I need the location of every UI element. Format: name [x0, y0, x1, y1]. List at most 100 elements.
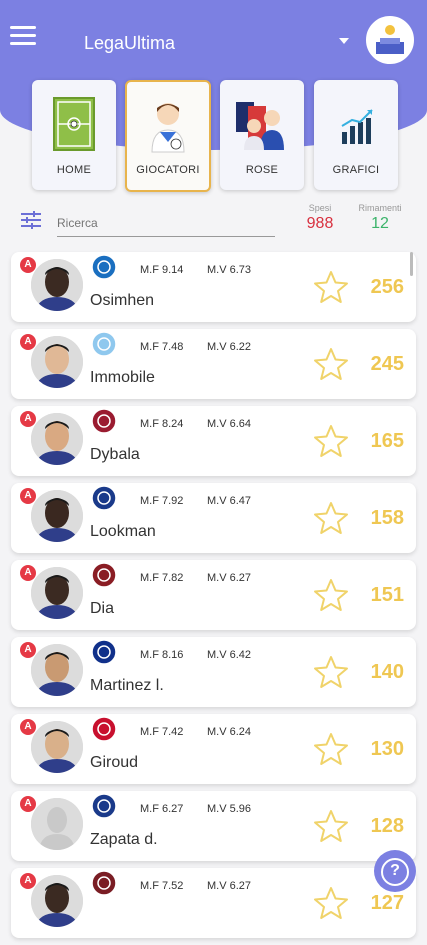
tab-giocatori-label: GIOCATORI: [136, 164, 200, 176]
star-icon[interactable]: [313, 578, 349, 612]
star-icon[interactable]: [313, 655, 349, 689]
mv-value: M.V 6.22: [207, 341, 252, 353]
avatar: [31, 798, 83, 850]
team-logo-icon: [91, 716, 117, 742]
player-name: Dybala: [90, 446, 140, 463]
team-logo-icon: [91, 254, 117, 280]
team-logo-icon: [91, 485, 117, 511]
player-card[interactable]: A M.F 7.52 M.V 6.27 127: [11, 868, 416, 938]
role-badge: A: [20, 334, 36, 350]
player-card[interactable]: A M.F 8.16 M.V 6.42 Martinez l. 140: [11, 637, 416, 707]
league-title[interactable]: LegaUltima: [84, 33, 175, 54]
team-logo-icon: [91, 639, 117, 665]
mv-value: M.V 6.64: [207, 418, 252, 430]
player-name: Dia: [90, 600, 115, 617]
avatar: [31, 259, 83, 311]
star-icon[interactable]: [313, 809, 349, 843]
star-icon[interactable]: [313, 886, 349, 920]
star-icon[interactable]: [313, 270, 349, 304]
avatar: [31, 721, 83, 773]
avatar: [31, 336, 83, 388]
mv-value: M.V 6.24: [207, 726, 252, 738]
tab-rose-label: ROSE: [245, 164, 279, 176]
player-card[interactable]: A M.F 7.48 M.V 6.22 Immobile 245: [11, 329, 416, 399]
mv-value: M.V 6.27: [207, 880, 252, 892]
mv-value: M.V 5.96: [207, 803, 252, 815]
player-name: Zapata d.: [90, 831, 158, 848]
star-icon[interactable]: [313, 732, 349, 766]
role-badge: A: [20, 565, 36, 581]
tab-rose[interactable]: ROSE: [220, 80, 304, 190]
player-name: Osimhen: [90, 292, 155, 309]
avatar: [31, 490, 83, 542]
player-price: 128: [370, 815, 404, 837]
squad-icon: [236, 102, 284, 150]
player-name: Lookman: [90, 523, 156, 540]
team-logo-icon: [91, 562, 117, 588]
mf-value: M.F 7.48: [140, 341, 184, 353]
mf-value: M.F 7.52: [140, 880, 184, 892]
role-badge: A: [20, 411, 36, 427]
chevron-down-icon[interactable]: [339, 38, 349, 44]
mf-value: M.F 7.42: [140, 726, 184, 738]
role-badge: A: [20, 257, 36, 273]
avatar: [31, 875, 83, 927]
team-logo-icon: [91, 793, 117, 819]
role-badge: A: [20, 873, 36, 889]
star-icon[interactable]: [313, 424, 349, 458]
tab-grafici-label: GRAFICI: [332, 164, 380, 176]
avatar: [31, 413, 83, 465]
tab-grafici[interactable]: GRAFICI: [314, 80, 398, 190]
remaining-stat: Rimamenti 12: [349, 203, 411, 233]
tab-giocatori[interactable]: GIOCATORI: [125, 80, 211, 192]
star-icon[interactable]: [313, 347, 349, 381]
help-icon: ?: [381, 857, 409, 886]
player-price: 127: [370, 892, 404, 914]
mf-value: M.F 8.24: [140, 418, 184, 430]
spent-value: 988: [306, 215, 334, 232]
spent-stat: Spesi 988: [300, 203, 340, 233]
star-icon[interactable]: [313, 501, 349, 535]
player-card[interactable]: A M.F 8.24 M.V 6.64 Dybala 165: [11, 406, 416, 476]
mv-value: M.V 6.42: [207, 649, 252, 661]
player-price: 256: [370, 276, 404, 298]
player-card[interactable]: A M.F 6.27 M.V 5.96 Zapata d. 128: [11, 791, 416, 861]
team-logo-icon: [91, 331, 117, 357]
scrollbar[interactable]: [410, 252, 413, 276]
player-card[interactable]: A M.F 7.92 M.V 6.47 Lookman 158: [11, 483, 416, 553]
mv-value: M.V 6.47: [207, 495, 252, 507]
mf-value: M.F 7.92: [140, 495, 184, 507]
role-badge: A: [20, 796, 36, 812]
remaining-value: 12: [371, 215, 389, 232]
player-card[interactable]: A M.F 7.42 M.V 6.24 Giroud 130: [11, 714, 416, 784]
help-button[interactable]: ?: [374, 850, 416, 892]
menu-icon[interactable]: [10, 26, 36, 46]
mf-value: M.F 6.27: [140, 803, 184, 815]
team-logo-icon: [91, 870, 117, 896]
mv-value: M.V 6.73: [207, 264, 252, 276]
role-badge: A: [20, 488, 36, 504]
remaining-label: Rimamenti: [358, 203, 402, 213]
league-logo-icon[interactable]: [366, 16, 414, 64]
player-name: Giroud: [90, 754, 139, 771]
player-name: Martinez l.: [90, 677, 164, 694]
mf-value: M.F 8.16: [140, 649, 184, 661]
soccer-field-icon: [53, 97, 95, 151]
player-price: 245: [370, 353, 404, 375]
search-row: Spesi 988 Rimamenti 12: [0, 200, 427, 245]
spent-label: Spesi: [308, 203, 332, 213]
chart-icon: [341, 109, 373, 144]
filter-icon[interactable]: [20, 210, 42, 230]
player-icon: [151, 103, 185, 153]
mf-value: M.F 7.82: [140, 572, 184, 584]
tab-home[interactable]: HOME: [32, 80, 116, 190]
mf-value: M.F 9.14: [140, 264, 184, 276]
avatar: [31, 644, 83, 696]
player-name: Immobile: [90, 369, 155, 386]
player-card[interactable]: A M.F 7.82 M.V 6.27 Dia 151: [11, 560, 416, 630]
player-card[interactable]: A M.F 9.14 M.V 6.73 Osimhen 256: [11, 252, 416, 322]
player-price: 158: [370, 507, 404, 529]
search-input[interactable]: [57, 210, 275, 237]
player-price: 151: [370, 584, 404, 606]
tab-home-label: HOME: [56, 164, 92, 176]
